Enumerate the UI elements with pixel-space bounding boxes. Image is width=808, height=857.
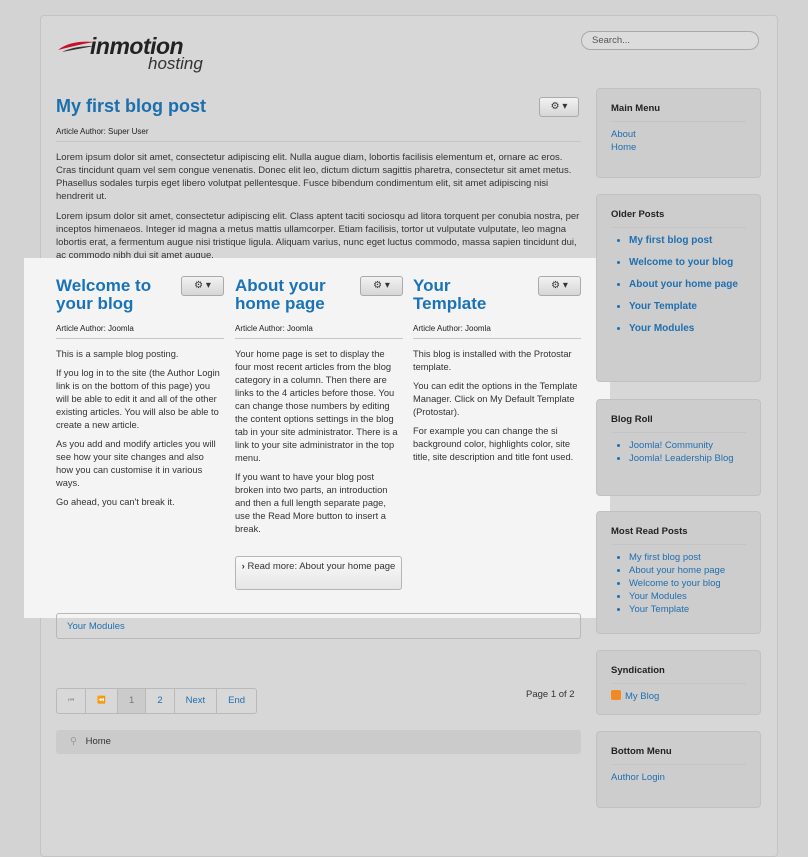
caret-down-icon: ▾: [205, 280, 211, 291]
most-read-link[interactable]: Your Template: [629, 604, 689, 615]
main-post-paragraph: Lorem ipsum dolor sit amet, consectetur …: [56, 211, 580, 258]
rss-icon: [611, 690, 621, 700]
column-paragraph: If you want to have your blog post broke…: [235, 472, 388, 534]
divider: [413, 338, 581, 339]
pagination-next-button[interactable]: Next: [174, 688, 218, 714]
module-title: Syndication: [611, 665, 746, 684]
most-read-module: Most Read Posts My first blog post About…: [596, 511, 761, 634]
column-author: Article Author: Joomla: [413, 324, 491, 333]
logo-swoosh-icon: [58, 41, 94, 52]
blog-roll-link[interactable]: Joomla! Leadership Blog: [629, 453, 734, 464]
older-post-link[interactable]: About your home page: [629, 279, 738, 290]
older-post-link[interactable]: Welcome to your blog: [629, 257, 733, 268]
column-author: Article Author: Joomla: [235, 324, 313, 333]
most-read-link[interactable]: Welcome to your blog: [629, 578, 721, 589]
module-title: Blog Roll: [611, 414, 746, 433]
column-paragraph: Go ahead, you can't break it.: [56, 497, 175, 507]
gear-icon: ⚙: [551, 280, 561, 291]
older-post-link[interactable]: Your Modules: [629, 323, 694, 334]
column-paragraph: For example you can change the si backgr…: [413, 426, 574, 462]
column-paragraph: Your home page is set to display the fou…: [235, 349, 398, 463]
location-pin-icon: ⚲: [70, 736, 77, 747]
page-counter: Page 1 of 2: [526, 689, 575, 700]
module-title: Older Posts: [611, 209, 746, 228]
gear-icon: ⚙: [373, 280, 383, 291]
breadcrumb-home[interactable]: Home: [86, 736, 111, 747]
divider: [235, 338, 403, 339]
main-post-author: Article Author: Super User: [56, 127, 149, 136]
blog-roll-link[interactable]: Joomla! Community: [629, 440, 713, 451]
column-paragraph: As you add and modify articles you will …: [56, 439, 216, 488]
main-post-title[interactable]: My first blog post: [56, 96, 206, 117]
blog-roll-module: Blog Roll Joomla! Community Joomla! Lead…: [596, 399, 761, 496]
column-title-line: home page: [235, 294, 325, 313]
older-post-link[interactable]: Your Template: [629, 301, 697, 312]
rss-feed-link[interactable]: My Blog: [625, 691, 659, 702]
main-post-tools-button[interactable]: ⚙ ▾: [539, 97, 579, 117]
older-post-link[interactable]: My first blog post: [629, 235, 712, 246]
column-body: This is a sample blog posting. If you lo…: [56, 348, 223, 515]
most-read-link[interactable]: Your Modules: [629, 591, 687, 602]
most-read-link[interactable]: About your home page: [629, 565, 725, 576]
column-title-line: your blog: [56, 294, 134, 313]
column-tools-button[interactable]: ⚙ ▾: [360, 276, 403, 296]
divider: [56, 141, 581, 142]
column-title-line: About your: [235, 276, 326, 295]
more-articles-box: Your Modules: [56, 613, 581, 639]
most-read-link[interactable]: My first blog post: [629, 552, 701, 563]
caret-down-icon: ▾: [562, 101, 568, 112]
column-body: Your home page is set to display the fou…: [235, 348, 401, 542]
column-title-line: Your: [413, 276, 451, 295]
pagination: ⏮ ⏪ 1 2 Next End: [56, 688, 258, 714]
column-tools-button[interactable]: ⚙ ▾: [181, 276, 224, 296]
pagination-end-button[interactable]: End: [217, 688, 258, 714]
menu-item-about[interactable]: About: [611, 129, 636, 140]
gear-icon: ⚙: [194, 280, 204, 291]
pagination-page-2[interactable]: 2: [146, 688, 175, 714]
caret-down-icon: ▾: [562, 280, 568, 291]
main-menu-module: Main Menu About Home: [596, 88, 761, 178]
more-article-link[interactable]: Your Modules: [67, 621, 125, 632]
syndication-module: Syndication My Blog: [596, 650, 761, 715]
column-body: This blog is installed with the Protosta…: [413, 348, 581, 470]
column-title[interactable]: About your home page: [235, 277, 326, 313]
caret-down-icon: ▾: [384, 280, 390, 291]
chevron-right-icon: ›: [241, 561, 245, 572]
column-author: Article Author: Joomla: [56, 324, 134, 333]
pagination-page-1[interactable]: 1: [118, 688, 147, 714]
read-more-label: Read more: About your home page: [247, 561, 396, 572]
column-title-line: Welcome to: [56, 276, 152, 295]
module-title: Most Read Posts: [611, 526, 746, 545]
column-title[interactable]: Your Template: [413, 277, 486, 313]
column-paragraph: This blog is installed with the Protosta…: [413, 349, 572, 372]
main-post-paragraph: Lorem ipsum dolor sit amet, consectetur …: [56, 152, 572, 202]
module-title: Bottom Menu: [611, 746, 746, 765]
gear-icon: ⚙: [550, 101, 560, 112]
read-more-button[interactable]: › Read more: About your home page: [235, 556, 402, 590]
breadcrumb: ⚲ Home: [56, 730, 581, 754]
logo-secondary-text: hosting: [148, 54, 203, 73]
column-title[interactable]: Welcome to your blog: [56, 277, 151, 313]
pagination-prev-button[interactable]: ⏪: [86, 688, 119, 714]
module-title: Main Menu: [611, 103, 746, 122]
author-login-link[interactable]: Author Login: [611, 772, 665, 783]
divider: [56, 338, 224, 339]
menu-item-home[interactable]: Home: [611, 142, 636, 153]
search-input[interactable]: Search...: [581, 31, 759, 50]
column-tools-button[interactable]: ⚙ ▾: [538, 276, 581, 296]
column-paragraph: If you log in to the site (the Author Lo…: [56, 368, 220, 430]
column-title-line: Template: [413, 294, 487, 313]
site-logo[interactable]: inmotion hosting: [56, 32, 216, 78]
bottom-menu-module: Bottom Menu Author Login: [596, 731, 761, 808]
column-paragraph: This is a sample blog posting.: [56, 349, 179, 359]
older-posts-module: Older Posts My first blog post Welcome t…: [596, 194, 761, 382]
pagination-first-button[interactable]: ⏮: [56, 688, 87, 714]
column-paragraph: You can edit the options in the Template…: [413, 381, 578, 417]
